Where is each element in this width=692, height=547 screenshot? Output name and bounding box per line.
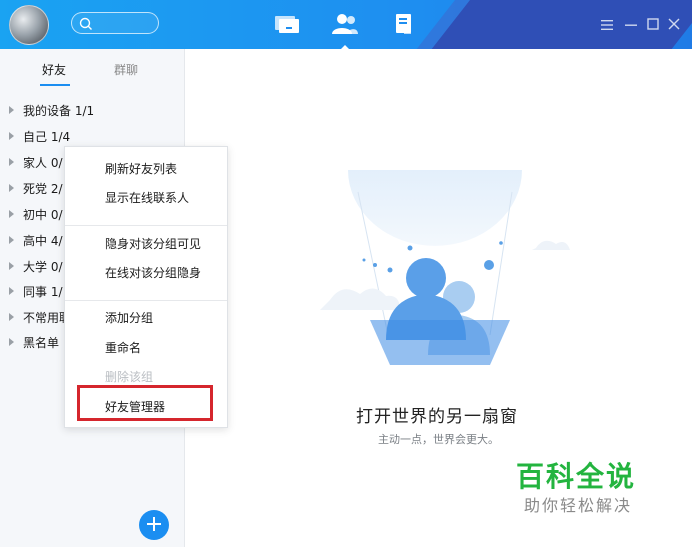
add-button[interactable] xyxy=(139,510,169,540)
menu-item-add-group[interactable]: 添加分组 xyxy=(105,309,153,326)
group-label: 自己 1/4 xyxy=(23,129,71,144)
apps-tab-icon xyxy=(393,13,415,39)
expand-arrow-icon xyxy=(9,158,14,166)
group-my-devices[interactable]: 我的设备 1/1 xyxy=(9,99,94,121)
contacts-tab[interactable] xyxy=(327,8,363,49)
group-label: 大学 0/ xyxy=(23,259,63,274)
group-middle-school[interactable]: 初中 0/ xyxy=(9,203,63,225)
expand-arrow-icon xyxy=(9,106,14,114)
close-icon xyxy=(668,15,680,34)
search-icon xyxy=(79,16,93,35)
balloon-illustration xyxy=(320,170,570,365)
minimize-icon xyxy=(625,15,637,34)
expand-arrow-icon xyxy=(9,338,14,346)
group-family[interactable]: 家人 0/ xyxy=(9,151,63,173)
group-colleagues[interactable]: 同事 1/ xyxy=(9,280,63,302)
menu-divider xyxy=(65,225,227,226)
watermark-subtitle: 助你轻松解决 xyxy=(524,496,633,515)
menu-item-online-hidden[interactable]: 在线对该分组隐身 xyxy=(105,264,201,281)
expand-arrow-icon xyxy=(9,184,14,192)
apps-tab[interactable] xyxy=(386,8,422,44)
watermark-title: 百科全说 xyxy=(516,460,637,493)
contacts-tab-icon xyxy=(331,13,359,39)
close-button[interactable] xyxy=(665,16,683,32)
expand-arrow-icon xyxy=(9,313,14,321)
menu-button[interactable] xyxy=(598,16,616,32)
group-label: 死党 2/ xyxy=(23,181,63,196)
minimize-button[interactable] xyxy=(622,16,640,32)
maximize-button[interactable] xyxy=(644,16,662,32)
group-label: 黑名单 xyxy=(23,335,60,350)
menu-item-invisible-visible[interactable]: 隐身对该分组可见 xyxy=(105,235,201,252)
tab-friends[interactable]: 好友 xyxy=(42,61,66,78)
plus-icon xyxy=(147,516,161,535)
expand-arrow-icon xyxy=(9,287,14,295)
message-tab-icon xyxy=(274,13,300,39)
group-context-menu: 刷新好友列表 显示在线联系人 隐身对该分组可见 在线对该分组隐身 添加分组 重命… xyxy=(64,146,228,428)
expand-arrow-icon xyxy=(9,262,14,270)
menu-item-show-online[interactable]: 显示在线联系人 xyxy=(105,189,189,206)
highlight-box xyxy=(77,385,213,421)
search-input[interactable] xyxy=(94,15,158,33)
menu-icon xyxy=(601,15,613,34)
group-self[interactable]: 自己 1/4 xyxy=(9,125,70,147)
message-tab[interactable] xyxy=(269,8,305,44)
group-close-friends[interactable]: 死党 2/ xyxy=(9,177,63,199)
contacts-tabs: 好友 群聊 xyxy=(0,49,184,89)
group-label: 我的设备 1/1 xyxy=(23,103,95,118)
avatar[interactable] xyxy=(9,5,49,45)
menu-item-rename[interactable]: 重命名 xyxy=(105,339,141,356)
group-rarely-used[interactable]: 不常用联 xyxy=(9,306,71,328)
group-label: 初中 0/ xyxy=(23,207,63,222)
group-high-school[interactable]: 高中 4/ xyxy=(9,229,63,251)
menu-item-refresh-friends[interactable]: 刷新好友列表 xyxy=(105,160,177,177)
welcome-subtitle: 主动一点，世界会更大。 xyxy=(378,433,499,446)
tab-groups[interactable]: 群聊 xyxy=(114,61,138,78)
maximize-icon xyxy=(647,15,659,34)
group-label: 同事 1/ xyxy=(23,284,63,299)
menu-divider xyxy=(65,300,227,301)
group-university[interactable]: 大学 0/ xyxy=(9,255,63,277)
search-box[interactable] xyxy=(71,12,159,34)
active-tab-indicator xyxy=(40,84,70,86)
group-label: 高中 4/ xyxy=(23,233,63,248)
group-blacklist[interactable]: 黑名单 xyxy=(9,331,59,353)
expand-arrow-icon xyxy=(9,236,14,244)
title-bar xyxy=(0,0,692,49)
group-label: 家人 0/ xyxy=(23,155,63,170)
welcome-title: 打开世界的另一扇窗 xyxy=(356,407,518,427)
expand-arrow-icon xyxy=(9,210,14,218)
expand-arrow-icon xyxy=(9,132,14,140)
menu-item-delete-group: 删除该组 xyxy=(105,370,154,384)
